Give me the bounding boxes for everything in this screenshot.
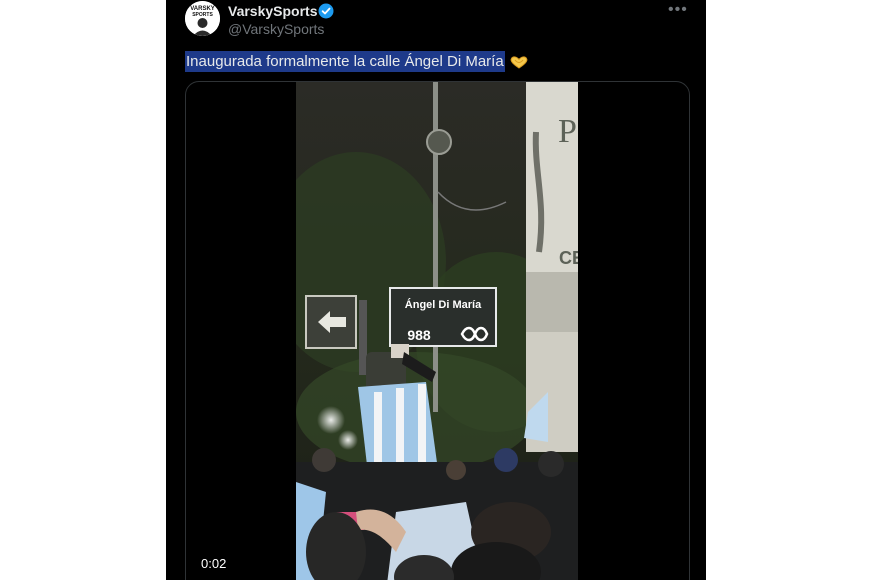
svg-text:P: P [558, 113, 577, 150]
author-display-name[interactable]: VarskySports [228, 3, 318, 19]
pillar-text: CE [559, 248, 578, 268]
svg-text:SPORTS: SPORTS [192, 12, 213, 18]
tweet-card: VARSKY SPORTS VarskySports @VarskySports… [166, 0, 706, 580]
author-handle[interactable]: @VarskySports [228, 21, 324, 37]
avatar-icon[interactable]: VARSKY SPORTS [185, 1, 220, 36]
street-sign-name: Ángel Di María [405, 298, 482, 311]
tweet-text: Inaugurada formalmente la calle Ángel Di… [185, 51, 505, 72]
verified-badge-icon [318, 3, 334, 19]
tweet-body: Inaugurada formalmente la calle Ángel Di… [185, 51, 529, 72]
video-frame: P CE Ángel Di María 988 [296, 82, 578, 580]
video-player[interactable]: P CE Ángel Di María 988 [185, 81, 690, 580]
heart-hands-icon [510, 55, 528, 69]
street-sign-number: 988 [407, 327, 431, 343]
ellipsis-icon[interactable]: ••• [668, 2, 688, 18]
video-duration: 0:02 [201, 556, 227, 571]
